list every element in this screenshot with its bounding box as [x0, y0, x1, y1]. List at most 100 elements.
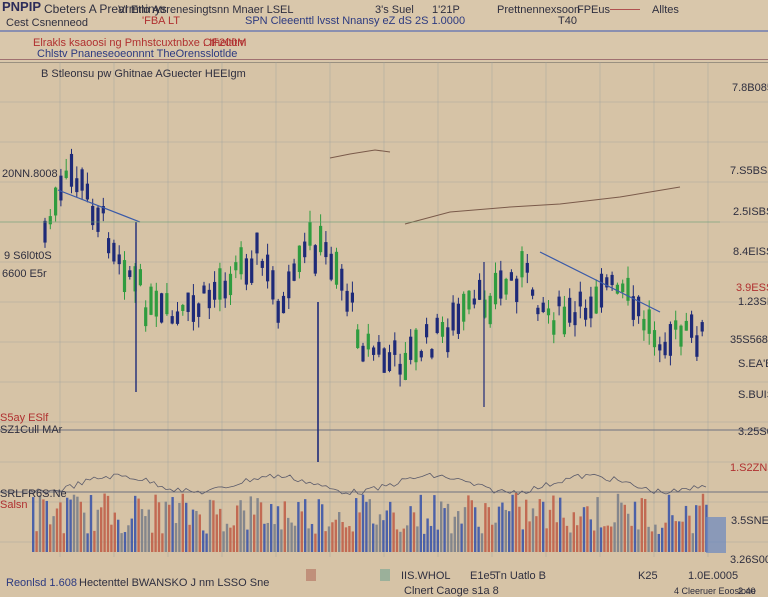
candle-body: [520, 251, 524, 278]
color-swatch-icon[interactable]: [380, 569, 390, 581]
volume-bar: [402, 528, 405, 552]
candle-body: [451, 302, 455, 331]
candle-body: [637, 296, 641, 317]
volume-bar: [168, 504, 171, 552]
volume-bar: [331, 522, 334, 552]
left-axis-label: Salsn: [0, 499, 28, 511]
candle-body: [387, 352, 392, 372]
volume-bar: [436, 529, 439, 552]
volume-bar: [290, 522, 293, 552]
volume-bar: [419, 494, 422, 552]
volume-bar: [494, 522, 497, 552]
volume-bar: [446, 503, 450, 552]
volume-bar: [518, 506, 521, 552]
volume-bar: [480, 533, 484, 552]
candle-body: [536, 307, 540, 315]
volume-bar: [599, 527, 603, 552]
candle-body: [356, 329, 360, 349]
candle-body: [207, 289, 211, 309]
candle-body: [409, 336, 413, 360]
volume-bar: [382, 520, 385, 552]
quote-line: SPN Cleeenttl lvsst Nnansy eZ dS 2S 1.00…: [245, 15, 466, 27]
candle-body: [679, 325, 683, 347]
volume-bar: [270, 504, 273, 552]
volume-bar: [409, 506, 412, 552]
candle-body: [234, 262, 238, 271]
volume-bar: [137, 498, 140, 552]
candle-body: [403, 352, 407, 380]
candle-body: [197, 303, 201, 317]
candle-body: [372, 347, 376, 355]
right-axis-label: 7.8B085: [732, 82, 768, 94]
candle-body: [324, 242, 328, 258]
volume-bar: [559, 497, 562, 552]
volume-bar: [304, 499, 307, 552]
symbol-code[interactable]: 'FBA LT: [142, 15, 180, 27]
volume-bar: [596, 497, 599, 552]
volume-bar: [644, 498, 647, 552]
volume-bar: [528, 521, 531, 552]
candle-body: [266, 254, 270, 282]
volume-bar: [474, 507, 477, 552]
volume-bar: [293, 525, 297, 552]
status-bar: Reonlsd 1.608 Hectenttel BWANSKO J nm LS…: [0, 563, 768, 597]
volume-bar: [117, 519, 120, 552]
candle-body: [414, 329, 418, 363]
candle-body: [552, 320, 556, 335]
volume-bar: [586, 506, 589, 552]
volume-bar: [151, 532, 154, 552]
candle-body: [393, 340, 397, 355]
candle-body: [329, 253, 333, 280]
volume-bar: [72, 494, 76, 552]
volume-bar: [497, 506, 501, 552]
candle-body: [652, 330, 657, 348]
left-axis-label: 20NN.8008: [2, 168, 58, 180]
status-zoom[interactable]: Reonlsd 1.608: [6, 577, 77, 589]
volume-bar: [654, 524, 657, 552]
candle-body: [107, 238, 111, 254]
volume-bar: [538, 499, 541, 552]
candle-body: [122, 260, 127, 293]
volume-bar: [103, 493, 106, 552]
top-toolbar: PNPIP Cbeters A Prearmninys Cest Csnenne…: [0, 0, 768, 63]
candle-body: [573, 312, 577, 326]
candle-body: [117, 254, 121, 265]
volume-bar: [52, 516, 55, 552]
price-chart[interactable]: [0, 62, 768, 582]
volume-bar: [321, 504, 324, 552]
candle-body: [350, 292, 354, 303]
volume-bar: [225, 523, 229, 552]
volume-bar: [307, 528, 310, 552]
candle-body: [186, 292, 190, 312]
volume-bar: [688, 515, 691, 552]
volume-bar: [504, 509, 507, 552]
volume-bar: [222, 531, 225, 552]
candle-body: [488, 295, 492, 325]
volume-bar: [361, 494, 365, 552]
app-logo[interactable]: PNPIP: [2, 0, 41, 13]
volume-bar: [127, 525, 130, 552]
volume-bar: [389, 501, 392, 552]
candle-body: [59, 175, 63, 201]
chart-area[interactable]: B Stleonsu pw Ghitnae AGuecter HEEIgm 20…: [0, 62, 768, 582]
volume-bar: [392, 512, 395, 552]
volume-bar: [334, 519, 337, 552]
candle-body: [467, 290, 471, 310]
color-swatch-icon[interactable]: [306, 569, 316, 581]
status-info: Hectenttel BWANSKO J nm LSSO Sne: [79, 577, 270, 589]
volume-bar: [208, 499, 212, 552]
volume-bar: [460, 523, 463, 552]
menu-item-alerts[interactable]: Alltes: [652, 4, 679, 16]
volume-bar: [637, 529, 640, 552]
volume-bar: [62, 533, 65, 552]
candle-body: [271, 270, 275, 300]
candle-body: [281, 295, 286, 314]
menu-item-fpeus[interactable]: FPEus: [577, 4, 610, 16]
volume-bar: [535, 516, 538, 552]
volume-bar: [375, 524, 378, 552]
volume-bar: [365, 501, 368, 552]
candle-body: [584, 307, 588, 320]
volume-bar: [283, 501, 286, 552]
candle-body: [181, 304, 185, 311]
volume-bar: [49, 524, 52, 552]
